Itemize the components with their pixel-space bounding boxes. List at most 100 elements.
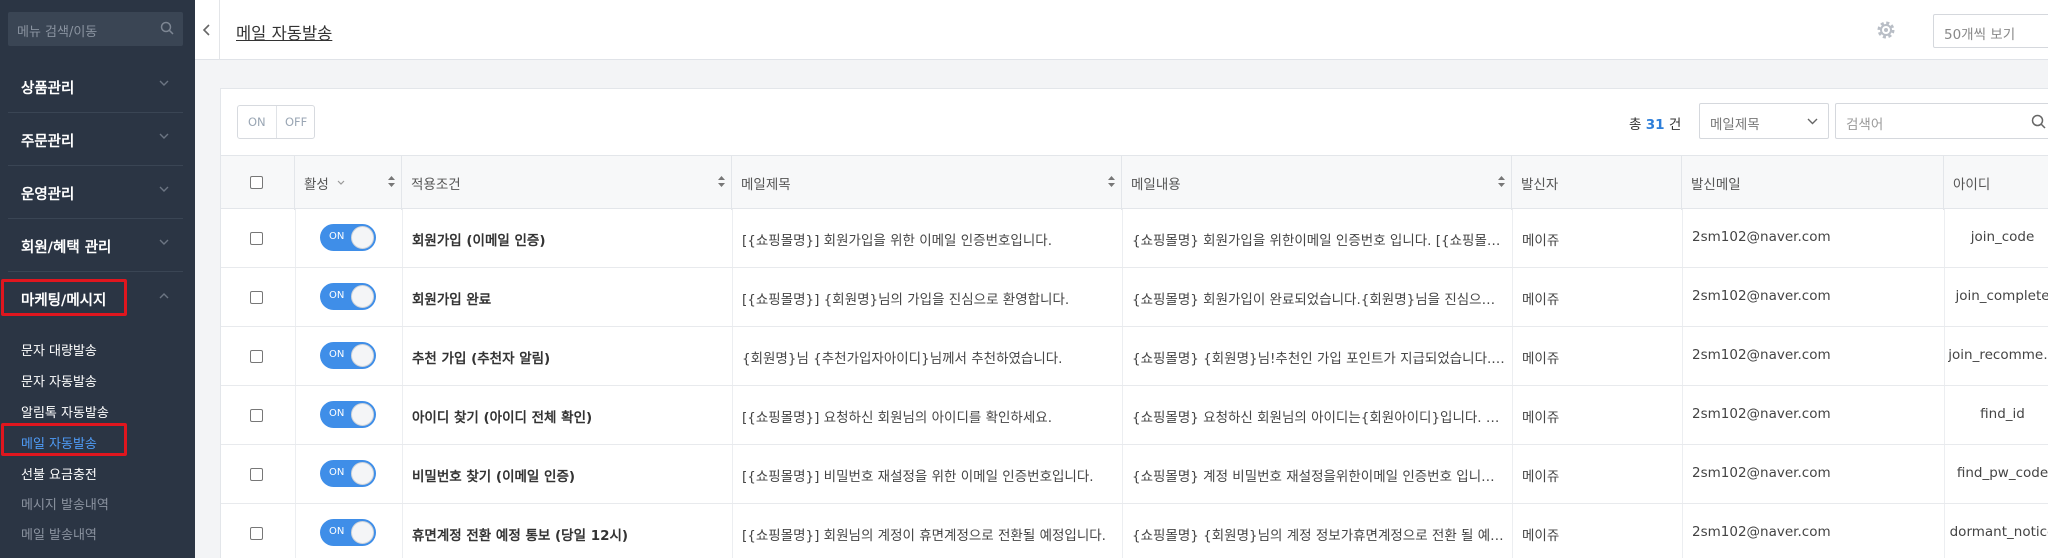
- column-label: 아이디: [1953, 177, 1991, 193]
- sort-icon[interactable]: [718, 176, 725, 187]
- cell-subject: [{쇼핑몰명}] 요청하신 회원님의 아이디를 확인하세요.: [742, 410, 1052, 426]
- th-id[interactable]: 아이디: [1944, 156, 2048, 210]
- row-checkbox[interactable]: [250, 409, 263, 422]
- row-checkbox[interactable]: [250, 527, 263, 540]
- th-content[interactable]: 메일내용: [1122, 156, 1512, 210]
- cell-email: 2sm102@naver.com: [1692, 229, 1831, 245]
- column-label: 활성: [304, 177, 329, 193]
- total-number: 31: [1645, 117, 1665, 133]
- per-page-select[interactable]: 50개씩 보기: [1933, 14, 2048, 48]
- cell-content: {쇼핑몰명} 회원가입이 완료되었습니다.{회원명}님을 진심으…: [1132, 292, 1496, 308]
- select-all-checkbox[interactable]: [250, 176, 263, 189]
- row-checkbox[interactable]: [250, 291, 263, 304]
- cell-id: join_code: [1970, 229, 2035, 245]
- sub-item-sms-auto[interactable]: 문자 자동발송: [21, 371, 97, 390]
- th-email[interactable]: 발신메일: [1682, 156, 1944, 210]
- cell-sender: 메이쥬: [1522, 469, 1560, 485]
- sort-icon[interactable]: [388, 176, 395, 187]
- sort-icon[interactable]: [1108, 176, 1115, 187]
- table-row[interactable]: ON 회원가입 완료 [{쇼핑몰명}] {회원명}님의 가입을 진심으로 환영합…: [221, 268, 2048, 327]
- chevron-down-icon: [159, 186, 169, 192]
- search-placeholder: 검색어: [1846, 117, 1884, 133]
- cell-content: {쇼핑몰명} {회원명}님!추천인 가입 포인트가 지급되었습니다.…: [1132, 351, 1505, 367]
- active-toggle[interactable]: ON: [320, 342, 376, 369]
- row-checkbox[interactable]: [250, 232, 263, 245]
- chevron-down-icon: [159, 133, 169, 139]
- collapse-sidebar-button[interactable]: [195, 0, 220, 60]
- sub-item-prepaid[interactable]: 선불 요금충전: [21, 464, 97, 483]
- gear-icon[interactable]: [1875, 19, 1897, 41]
- cell-content: {쇼핑몰명} 계정 비밀번호 재설정을위한이메일 인증번호 입니…: [1132, 469, 1495, 485]
- cell-id: join_complete: [1955, 288, 2048, 304]
- page-title: 메일 자동발송: [236, 24, 333, 43]
- search-icon[interactable]: [2031, 114, 2046, 129]
- toggle-knob: [351, 403, 374, 426]
- cell-content: {쇼핑몰명} 요청하신 회원님의 아이디는{회원아이디}입니다. …: [1132, 410, 1500, 426]
- menu-member[interactable]: 회원/혜택 관리: [8, 220, 183, 272]
- cell-condition: 회원가입 완료: [412, 292, 492, 308]
- table-header: 활성 적용조건 메일제목 메일내용 발신자 발신메일 아이디: [221, 155, 2048, 210]
- column-label: 발신메일: [1691, 177, 1741, 193]
- table-row[interactable]: ON 비밀번호 찾기 (이메일 인증) [{쇼핑몰명}] 비밀번호 재설정을 위…: [221, 445, 2048, 504]
- cell-subject: [{쇼핑몰명}] 회원가입을 위한 이메일 인증번호입니다.: [742, 233, 1052, 249]
- active-toggle[interactable]: ON: [320, 460, 376, 487]
- toggle-on-label: ON: [329, 349, 345, 360]
- active-toggle[interactable]: ON: [320, 224, 376, 251]
- chevron-left-icon: [202, 24, 210, 36]
- table-row[interactable]: ON 회원가입 (이메일 인증) [{쇼핑몰명}] 회원가입을 위한 이메일 인…: [221, 209, 2048, 268]
- row-checkbox[interactable]: [250, 468, 263, 481]
- column-label: 발신자: [1521, 177, 1559, 193]
- sort-icon[interactable]: [1498, 176, 1505, 187]
- search-field-select[interactable]: 메일제목: [1699, 103, 1829, 139]
- table-row[interactable]: ON 아이디 찾기 (아이디 전체 확인) [{쇼핑몰명}] 요청하신 회원님의…: [221, 386, 2048, 445]
- search-icon[interactable]: [160, 21, 174, 35]
- cell-email: 2sm102@naver.com: [1692, 465, 1831, 481]
- per-page-label: 50개씩 보기: [1944, 27, 2016, 43]
- toggle-knob: [351, 285, 374, 308]
- sub-item-mail-history[interactable]: 메일 발송내역: [21, 524, 97, 543]
- search-input[interactable]: 검색어: [1835, 103, 2048, 139]
- bulk-off-button[interactable]: OFF: [285, 115, 307, 129]
- th-subject[interactable]: 메일제목: [732, 156, 1122, 210]
- th-condition[interactable]: 적용조건: [402, 156, 732, 210]
- cell-email: 2sm102@naver.com: [1692, 524, 1831, 540]
- table-row[interactable]: ON 휴면계정 전환 예정 통보 (당일 12시) [{쇼핑몰명}] 회원님의 …: [221, 504, 2048, 558]
- cell-email: 2sm102@naver.com: [1692, 406, 1831, 422]
- chevron-down-icon: [159, 80, 169, 86]
- total-prefix: 총: [1629, 117, 1642, 133]
- sub-item-sms-bulk[interactable]: 문자 대량발송: [21, 340, 97, 359]
- menu-operation[interactable]: 운영관리: [8, 167, 183, 219]
- toggle-knob: [351, 226, 374, 249]
- column-label: 적용조건: [411, 177, 461, 193]
- cell-id: find_id: [1980, 406, 2025, 422]
- sub-item-message-history[interactable]: 메시지 발송내역: [21, 494, 109, 513]
- menu-search-input[interactable]: 메뉴 검색/이동: [8, 12, 183, 46]
- cell-subject: [{쇼핑몰명}] 회원님의 계정이 휴면계정으로 전환될 예정입니다.: [742, 528, 1106, 544]
- cell-condition: 회원가입 (이메일 인증): [412, 233, 546, 249]
- cell-id: dormant_notice: [1949, 524, 2048, 540]
- cell-condition: 아이디 찾기 (아이디 전체 확인): [412, 410, 593, 426]
- active-toggle[interactable]: ON: [320, 283, 376, 310]
- sub-item-alimtalk-auto[interactable]: 알림톡 자동발송: [21, 402, 109, 421]
- cell-id: join_recomme…: [1948, 347, 2048, 363]
- active-toggle[interactable]: ON: [320, 401, 376, 428]
- column-label: 메일내용: [1131, 177, 1181, 193]
- chevron-down-icon: [159, 239, 169, 245]
- bulk-on-button[interactable]: ON: [248, 115, 266, 129]
- active-toggle[interactable]: ON: [320, 519, 376, 546]
- th-active[interactable]: 활성: [295, 156, 402, 210]
- divider: [276, 106, 277, 138]
- total-count: 총 31 건: [1629, 113, 1681, 133]
- menu-product[interactable]: 상품관리: [8, 61, 183, 113]
- highlight-box-marketing: [1, 279, 127, 316]
- chevron-down-icon: [1807, 118, 1818, 125]
- th-sender[interactable]: 발신자: [1512, 156, 1682, 210]
- th-checkbox: [221, 156, 295, 210]
- search-field-value: 메일제목: [1710, 117, 1760, 133]
- cell-sender: 메이쥬: [1522, 410, 1560, 426]
- sidebar: 메뉴 검색/이동 상품관리 주문관리 운영관리 회원/혜택 관리 마케팅/메시지…: [0, 0, 195, 558]
- row-checkbox[interactable]: [250, 350, 263, 363]
- menu-order[interactable]: 주문관리: [8, 114, 183, 166]
- table-row[interactable]: ON 추천 가입 (추천자 알림) {회원명}님 {추천가입자아이디}님께서 추…: [221, 327, 2048, 386]
- cell-subject: {회원명}님 {추천가입자아이디}님께서 추천하였습니다.: [742, 351, 1063, 367]
